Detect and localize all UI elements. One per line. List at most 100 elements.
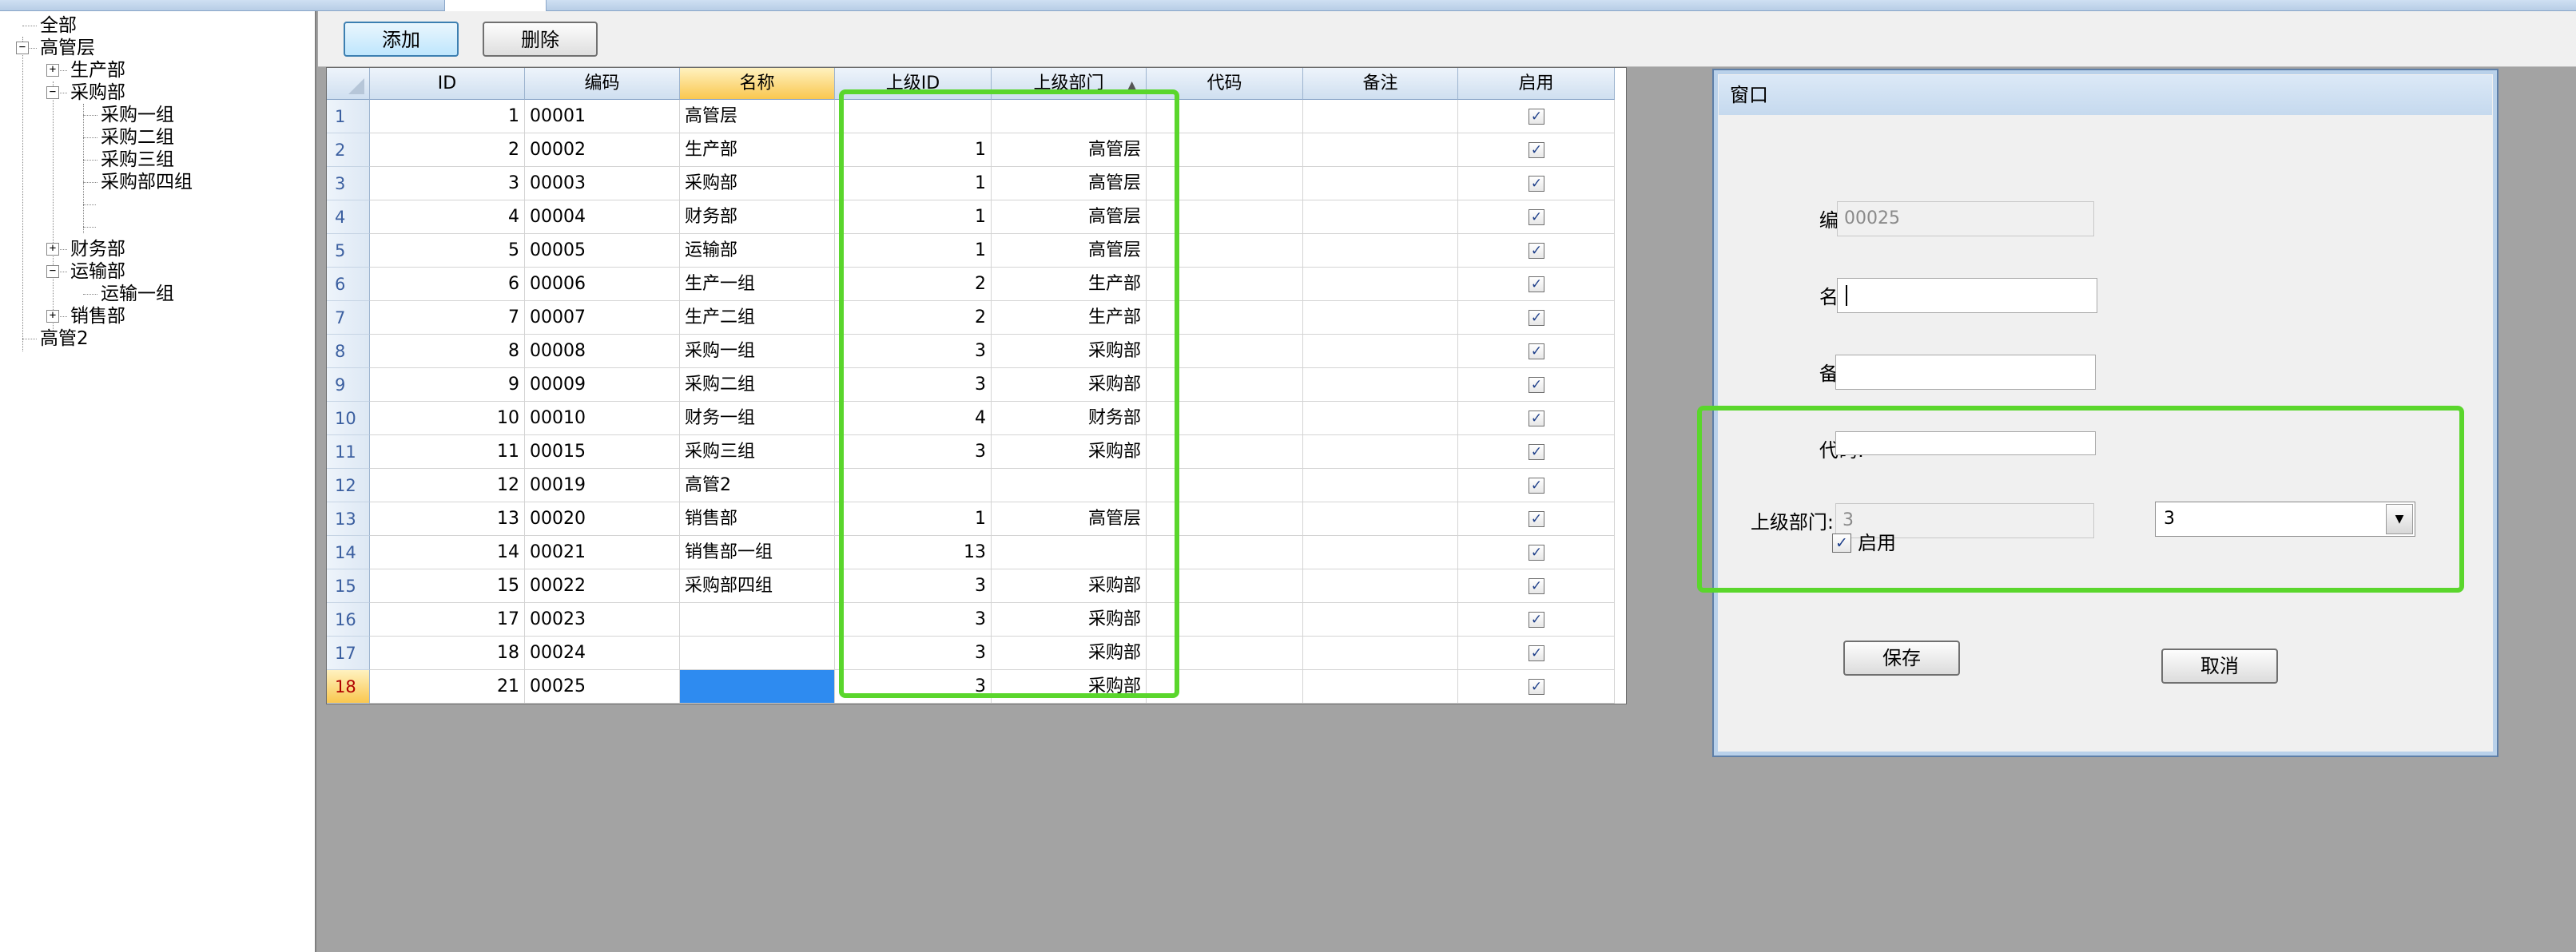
table-cell-enabled[interactable]: ✓ — [1458, 469, 1615, 502]
enabled-checkbox[interactable]: ✓ — [1529, 511, 1544, 527]
table-row[interactable]: 8 8 00008 采购一组 3 采购部 ✓ — [327, 335, 1626, 368]
enabled-checkbox[interactable]: ✓ — [1529, 444, 1544, 460]
table-cell-note[interactable] — [1303, 301, 1458, 335]
table-cell-note[interactable] — [1303, 200, 1458, 234]
table-cell-pname[interactable]: 高管层 — [992, 200, 1147, 234]
tree-node[interactable]: 高管2 — [40, 327, 89, 350]
table-row[interactable]: 12 12 00019 高管2 ✓ — [327, 469, 1626, 502]
column-header[interactable]: 编码 — [525, 68, 680, 100]
collapse-icon[interactable]: − — [16, 42, 29, 54]
table-cell-id[interactable]: 18 — [370, 637, 525, 670]
table-cell-enabled[interactable]: ✓ — [1458, 670, 1615, 704]
table-row[interactable]: 14 14 00021 销售部一组 13 ✓ — [327, 536, 1626, 569]
table-cell-pid[interactable]: 3 — [835, 368, 992, 402]
table-cell-enabled[interactable]: ✓ — [1458, 167, 1615, 200]
table-cell-daima[interactable] — [1147, 335, 1303, 368]
table-cell-daima[interactable] — [1147, 569, 1303, 603]
table-cell-code[interactable]: 00008 — [525, 335, 680, 368]
table-cell-pname[interactable]: 财务部 — [992, 402, 1147, 435]
expand-icon[interactable]: + — [46, 243, 59, 256]
expand-icon[interactable]: + — [46, 310, 59, 323]
table-cell-id[interactable]: 10 — [370, 402, 525, 435]
table-cell-pname[interactable]: 生产部 — [992, 268, 1147, 301]
enabled-checkbox[interactable]: ✓ — [1529, 478, 1544, 494]
code-field[interactable]: 00025 — [1837, 201, 2094, 236]
enabled-checkbox[interactable]: ✓ — [1529, 377, 1544, 393]
table-cell-note[interactable] — [1303, 133, 1458, 167]
table-cell-daima[interactable] — [1147, 167, 1303, 200]
table-cell-pid[interactable]: 4 — [835, 402, 992, 435]
table-row[interactable]: 6 6 00006 生产一组 2 生产部 ✓ — [327, 268, 1626, 301]
enabled-checkbox[interactable]: ✓ — [1529, 243, 1544, 259]
table-cell-id[interactable]: 8 — [370, 335, 525, 368]
table-cell-name[interactable]: 生产一组 — [680, 268, 835, 301]
table-cell-enabled[interactable]: ✓ — [1458, 301, 1615, 335]
enabled-checkbox[interactable]: ✓ — [1529, 142, 1544, 158]
table-cell-name[interactable]: 采购部 — [680, 167, 835, 200]
table-cell-enabled[interactable]: ✓ — [1458, 536, 1615, 569]
department-grid[interactable]: ID 编码 名称 上级ID 上级部门 ▲ 代码 备注 启用 1 1 00001 高管层 ✓ 2 2 00002… — [326, 67, 1627, 704]
tree-node[interactable]: 采购一组 — [101, 104, 174, 126]
table-cell-note[interactable] — [1303, 435, 1458, 469]
row-number[interactable]: 5 — [327, 234, 370, 268]
enabled-checkbox[interactable]: ✓ — [1529, 109, 1544, 125]
row-number[interactable]: 12 — [327, 469, 370, 502]
table-row[interactable]: 4 4 00004 财务部 1 高管层 ✓ — [327, 200, 1626, 234]
table-cell-note[interactable] — [1303, 502, 1458, 536]
row-number[interactable]: 17 — [327, 637, 370, 670]
table-cell-enabled[interactable]: ✓ — [1458, 100, 1615, 133]
table-cell-enabled[interactable]: ✓ — [1458, 368, 1615, 402]
table-cell-daima[interactable] — [1147, 100, 1303, 133]
enabled-checkbox[interactable]: ✓ — [1529, 411, 1544, 426]
table-cell-pid[interactable]: 3 — [835, 569, 992, 603]
table-cell-code[interactable]: 00022 — [525, 569, 680, 603]
table-cell-enabled[interactable]: ✓ — [1458, 133, 1615, 167]
tree-node[interactable]: 采购三组 — [101, 149, 174, 171]
table-cell-note[interactable] — [1303, 569, 1458, 603]
table-cell-name[interactable]: 销售部一组 — [680, 536, 835, 569]
table-cell-enabled[interactable]: ✓ — [1458, 402, 1615, 435]
table-cell-pname[interactable]: 采购部 — [992, 368, 1147, 402]
enabled-checkbox[interactable]: ✓ — [1832, 534, 1851, 553]
table-cell-id[interactable]: 14 — [370, 536, 525, 569]
table-cell-code[interactable]: 00005 — [525, 234, 680, 268]
table-cell-id[interactable]: 3 — [370, 167, 525, 200]
table-cell-enabled[interactable]: ✓ — [1458, 637, 1615, 670]
table-cell-name[interactable]: 财务一组 — [680, 402, 835, 435]
table-cell-daima[interactable] — [1147, 368, 1303, 402]
table-cell-note[interactable] — [1303, 368, 1458, 402]
table-cell-daima[interactable] — [1147, 133, 1303, 167]
enabled-checkbox[interactable]: ✓ — [1529, 545, 1544, 561]
table-cell-pid[interactable]: 3 — [835, 435, 992, 469]
table-cell-pid[interactable]: 1 — [835, 502, 992, 536]
table-cell-name[interactable]: 销售部 — [680, 502, 835, 536]
table-row[interactable]: 9 9 00009 采购二组 3 采购部 ✓ — [327, 368, 1626, 402]
table-cell-daima[interactable] — [1147, 536, 1303, 569]
table-cell-daima[interactable] — [1147, 234, 1303, 268]
table-cell-enabled[interactable]: ✓ — [1458, 268, 1615, 301]
dropdown-arrow-icon[interactable]: ▼ — [2386, 504, 2413, 534]
table-cell-code[interactable]: 00003 — [525, 167, 680, 200]
table-cell-id[interactable]: 4 — [370, 200, 525, 234]
table-cell-name[interactable]: 高管层 — [680, 100, 835, 133]
enabled-checkbox[interactable]: ✓ — [1529, 276, 1544, 292]
enabled-checkbox[interactable]: ✓ — [1529, 209, 1544, 225]
table-cell-pid[interactable]: 2 — [835, 268, 992, 301]
table-cell-code[interactable]: 00006 — [525, 268, 680, 301]
table-cell-daima[interactable] — [1147, 637, 1303, 670]
table-cell-name[interactable] — [680, 603, 835, 637]
table-cell-daima[interactable] — [1147, 469, 1303, 502]
table-cell-id[interactable]: 17 — [370, 603, 525, 637]
column-header[interactable]: 代码 — [1147, 68, 1303, 100]
tree-node[interactable]: 采购部 — [70, 81, 125, 104]
table-cell-code[interactable]: 00019 — [525, 469, 680, 502]
table-cell-id[interactable]: 1 — [370, 100, 525, 133]
table-row[interactable]: 5 5 00005 运输部 1 高管层 ✓ — [327, 234, 1626, 268]
table-cell-enabled[interactable]: ✓ — [1458, 435, 1615, 469]
table-cell-enabled[interactable]: ✓ — [1458, 234, 1615, 268]
table-row[interactable]: 13 13 00020 销售部 1 高管层 ✓ — [327, 502, 1626, 536]
table-cell-name[interactable]: 采购三组 — [680, 435, 835, 469]
enabled-checkbox[interactable]: ✓ — [1529, 679, 1544, 695]
table-cell-pid[interactable]: 3 — [835, 603, 992, 637]
enabled-checkbox[interactable]: ✓ — [1529, 645, 1544, 661]
